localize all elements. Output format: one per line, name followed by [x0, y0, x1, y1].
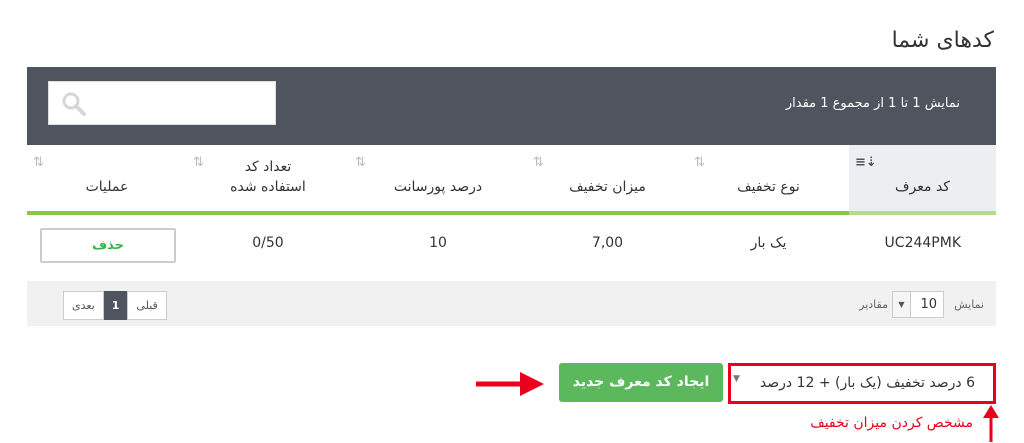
cell-discount-type: یک بار [750, 235, 787, 251]
column-header-discount-type[interactable]: نوع تخفیف ⇅ [688, 145, 849, 215]
column-label-line2: استفاده شده [230, 179, 306, 195]
column-header-used-count[interactable]: تعداد کد استفاده شده ⇅ [187, 145, 349, 215]
column-label: عملیات [85, 179, 129, 195]
column-header-operations[interactable]: عملیات ⇅ [27, 145, 187, 215]
column-label: میزان تخفیف [569, 179, 646, 195]
discount-select-value: 6 درصد تخفیف (یک بار) + 12 درصد [759, 375, 975, 391]
delete-button[interactable]: حذف [40, 228, 176, 263]
table-summary: نمایش 1 تا 1 از مجموع 1 مقدار [785, 96, 960, 111]
page-size-label: نمایش [954, 298, 984, 311]
column-header-discount-amount[interactable]: میزان تخفیف ⇅ [527, 145, 688, 215]
chevron-down-icon: ▼ [893, 292, 911, 317]
arrow-up-icon [983, 405, 999, 442]
create-referral-code-button[interactable]: ایجاد کد معرف جدید [559, 363, 723, 402]
discount-select[interactable]: ▼ 6 درصد تخفیف (یک بار) + 12 درصد [728, 363, 996, 404]
annotation-text: مشخص کردن میزان تخفیف [810, 415, 973, 431]
column-label: کد معرف [895, 179, 950, 195]
pager-current-page[interactable]: 1 [103, 291, 128, 320]
sort-icon: ⇅ [533, 155, 544, 170]
items-label: مقادیر [859, 298, 888, 311]
column-label: درصد پورسانت [393, 179, 483, 195]
table-header: کد معرف ⇣≡ نوع تخفیف ⇅ میزان تخفیف ⇅ درص… [27, 145, 996, 215]
cell-commission: 10 [429, 235, 447, 251]
column-label: نوع تخفیف [737, 179, 800, 195]
sort-icon: ⇅ [355, 155, 366, 170]
table-row: UC244PMK یک بار 7,00 10 0/50 حذف [27, 215, 996, 275]
page-title: کدهای شما [891, 28, 994, 53]
table-toolbar: نمایش 1 تا 1 از مجموع 1 مقدار [27, 67, 996, 145]
search-icon [62, 92, 86, 116]
cell-code: UC244PMK [884, 235, 961, 251]
sort-icon: ⇅ [694, 155, 705, 170]
sort-icon: ⇅ [33, 155, 44, 170]
arrow-right-icon [476, 372, 544, 396]
sort-icon: ⇅ [193, 155, 204, 170]
pager-next-button[interactable]: بعدی [63, 291, 104, 320]
sort-desc-icon: ⇣≡ [855, 155, 877, 170]
chevron-down-icon: ▼ [733, 374, 740, 384]
cell-used-count: 0/50 [252, 235, 284, 251]
search-input[interactable] [48, 81, 276, 125]
column-header-code[interactable]: کد معرف ⇣≡ [849, 145, 996, 215]
column-label: تعداد کد استفاده شده [187, 157, 349, 197]
page-size-select[interactable]: 10 ▼ [892, 291, 944, 318]
table-footer: نمایش 10 ▼ مقادیر بعدی 1 قبلی [27, 281, 996, 326]
page-size-value: 10 [920, 297, 937, 312]
pager-prev-button[interactable]: قبلی [127, 291, 167, 320]
cell-discount-amount: 7,00 [591, 235, 624, 251]
column-header-commission[interactable]: درصد پورسانت ⇅ [349, 145, 527, 215]
column-label-line1: تعداد کد [244, 159, 292, 175]
pagination: بعدی 1 قبلی [63, 291, 167, 320]
